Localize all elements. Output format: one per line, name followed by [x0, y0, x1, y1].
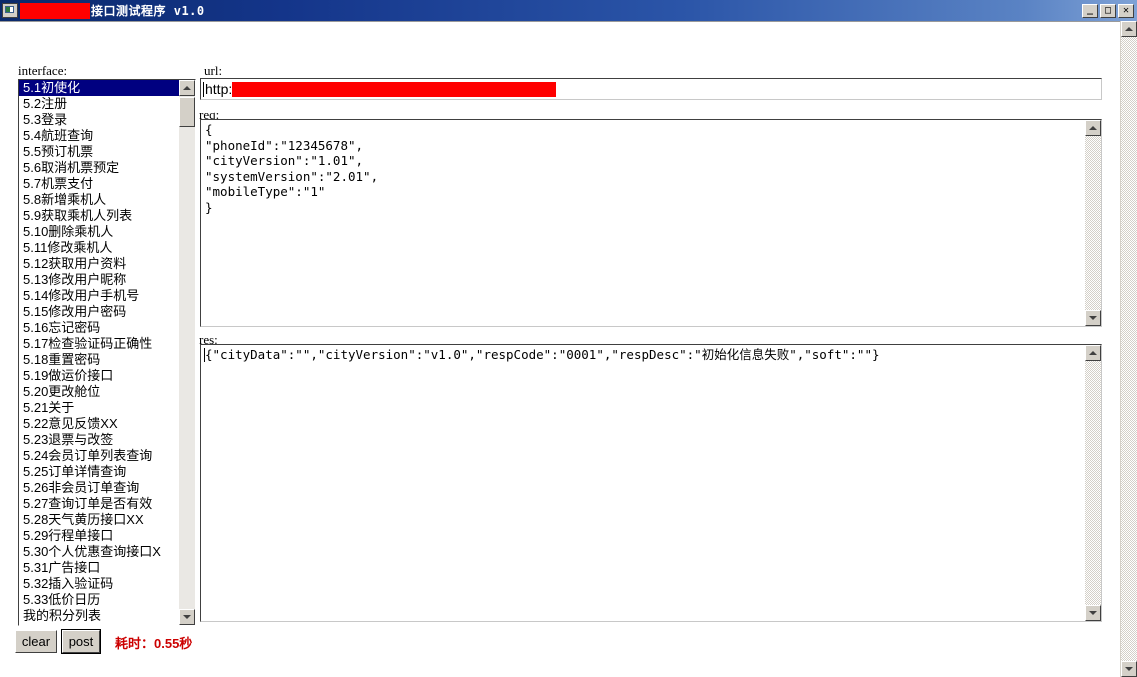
app-window-icon — [2, 3, 18, 18]
list-item[interactable]: 5.13修改用户昵称 — [19, 272, 180, 288]
list-item[interactable]: 5.27查询订单是否有效 — [19, 496, 180, 512]
list-item[interactable]: 5.31广告接口 — [19, 560, 180, 576]
window-title: 接口测试程序 v1.0 — [91, 4, 205, 18]
elapsed-time-text: 耗时：0.55秒 — [115, 636, 193, 651]
request-scrollbar[interactable] — [1085, 120, 1101, 326]
list-item[interactable]: 5.21关于 — [19, 400, 180, 416]
list-item[interactable]: 5.33低价日历 — [19, 592, 180, 608]
page-scroll-down-icon[interactable] — [1121, 661, 1137, 677]
response-scrollbar[interactable] — [1085, 345, 1101, 621]
list-item[interactable]: 5.3登录 — [19, 112, 180, 128]
list-item[interactable]: 我的积分列表 — [19, 608, 180, 624]
response-textarea[interactable]: {"cityData":"","cityVersion":"v1.0","res… — [200, 344, 1102, 622]
list-item[interactable]: 5.29行程单接口 — [19, 528, 180, 544]
list-item[interactable]: 5.24会员订单列表查询 — [19, 448, 180, 464]
list-item[interactable]: 5.18重置密码 — [19, 352, 180, 368]
url-value: http: — [205, 81, 233, 97]
list-item[interactable]: 5.14修改用户手机号 — [19, 288, 180, 304]
maximize-icon: □ — [1104, 4, 1112, 16]
response-scroll-down-icon[interactable] — [1085, 605, 1101, 621]
list-item[interactable]: 5.7机票支付 — [19, 176, 180, 192]
url-label: url: — [204, 63, 223, 78]
url-redaction-block — [232, 81, 557, 97]
close-icon: ✕ — [1122, 4, 1130, 16]
list-item[interactable]: 5.23退票与改签 — [19, 432, 180, 448]
title-bar: 接口测试程序 v1.0 _ □ ✕ — [0, 0, 1137, 21]
clear-button[interactable]: clear — [15, 630, 57, 653]
page-scroll-up-icon[interactable] — [1121, 21, 1137, 37]
interface-label: interface: — [18, 63, 68, 78]
list-item[interactable]: 5.8新增乘机人 — [19, 192, 180, 208]
list-item[interactable]: 5.6取消机票预定 — [19, 160, 180, 176]
page-scrollbar[interactable] — [1120, 21, 1137, 677]
list-item[interactable]: 5.2注册 — [19, 96, 180, 112]
url-caret — [203, 81, 204, 97]
list-item[interactable]: 5.17检查验证码正确性 — [19, 336, 180, 352]
window-controls: _ □ ✕ — [1082, 3, 1134, 18]
list-item[interactable]: 5.12获取用户资料 — [19, 256, 180, 272]
list-scroll-down-icon[interactable] — [179, 609, 195, 625]
minimize-button[interactable]: _ — [1082, 3, 1098, 18]
request-scroll-up-icon[interactable] — [1085, 120, 1101, 136]
response-scroll-up-icon[interactable] — [1085, 345, 1101, 361]
list-item[interactable]: 5.30个人优惠查询接口X — [19, 544, 180, 560]
list-item[interactable]: 5.22意见反馈XX — [19, 416, 180, 432]
list-item[interactable]: 5.5预订机票 — [19, 144, 180, 160]
list-item[interactable]: 5.32插入验证码 — [19, 576, 180, 592]
list-item[interactable]: 5.4航班查询 — [19, 128, 180, 144]
list-item[interactable]: 5.15修改用户密码 — [19, 304, 180, 320]
request-scroll-down-icon[interactable] — [1085, 310, 1101, 326]
list-item[interactable]: 5.28天气黄历接口XX — [19, 512, 180, 528]
list-item[interactable]: 5.11修改乘机人 — [19, 240, 180, 256]
close-button[interactable]: ✕ — [1118, 3, 1134, 18]
application-window: 接口测试程序 v1.0 _ □ ✕ interface: 5.1初使化 5.2注册… — [0, 0, 1137, 677]
list-item[interactable]: 5.1初使化 — [19, 80, 180, 96]
list-item[interactable]: 5.20更改舱位 — [19, 384, 180, 400]
post-button[interactable]: post — [61, 629, 101, 654]
list-item[interactable]: 5.16忘记密码 — [19, 320, 180, 336]
interface-listbox[interactable]: 5.1初使化 5.2注册 5.3登录 5.4航班查询 5.5预订机票 5.6取消机票预定 5… — [18, 79, 196, 626]
request-textarea[interactable]: { "phoneId":"12345678", "cityVersion":"1… — [200, 119, 1102, 327]
list-item[interactable]: 5.25订单详情查询 — [19, 464, 180, 480]
response-body-text: {"cityData":"","cityVersion":"v1.0","res… — [205, 347, 880, 362]
minimize-icon: _ — [1086, 3, 1094, 15]
request-body-text: { "phoneId":"12345678", "cityVersion":"1… — [205, 122, 379, 215]
interface-list-items: 5.1初使化 5.2注册 5.3登录 5.4航班查询 5.5预订机票 5.6取消机票预定 5… — [19, 80, 180, 625]
title-redaction-block — [20, 2, 90, 19]
interface-list-scrollbar[interactable] — [179, 80, 195, 625]
list-item[interactable]: 5.9获取乘机人列表 — [19, 208, 180, 224]
url-input[interactable]: http: — [200, 78, 1102, 100]
list-item[interactable]: 5.19做运价接口 — [19, 368, 180, 384]
list-item[interactable]: 5.10删除乘机人 — [19, 224, 180, 240]
list-scroll-up-icon[interactable] — [179, 80, 195, 96]
client-area: interface: 5.1初使化 5.2注册 5.3登录 5.4航班查询 5.5预订机… — [0, 21, 1137, 677]
maximize-button[interactable]: □ — [1100, 3, 1116, 18]
list-scroll-thumb[interactable] — [179, 97, 195, 127]
list-item[interactable]: 5.26非会员订单查询 — [19, 480, 180, 496]
